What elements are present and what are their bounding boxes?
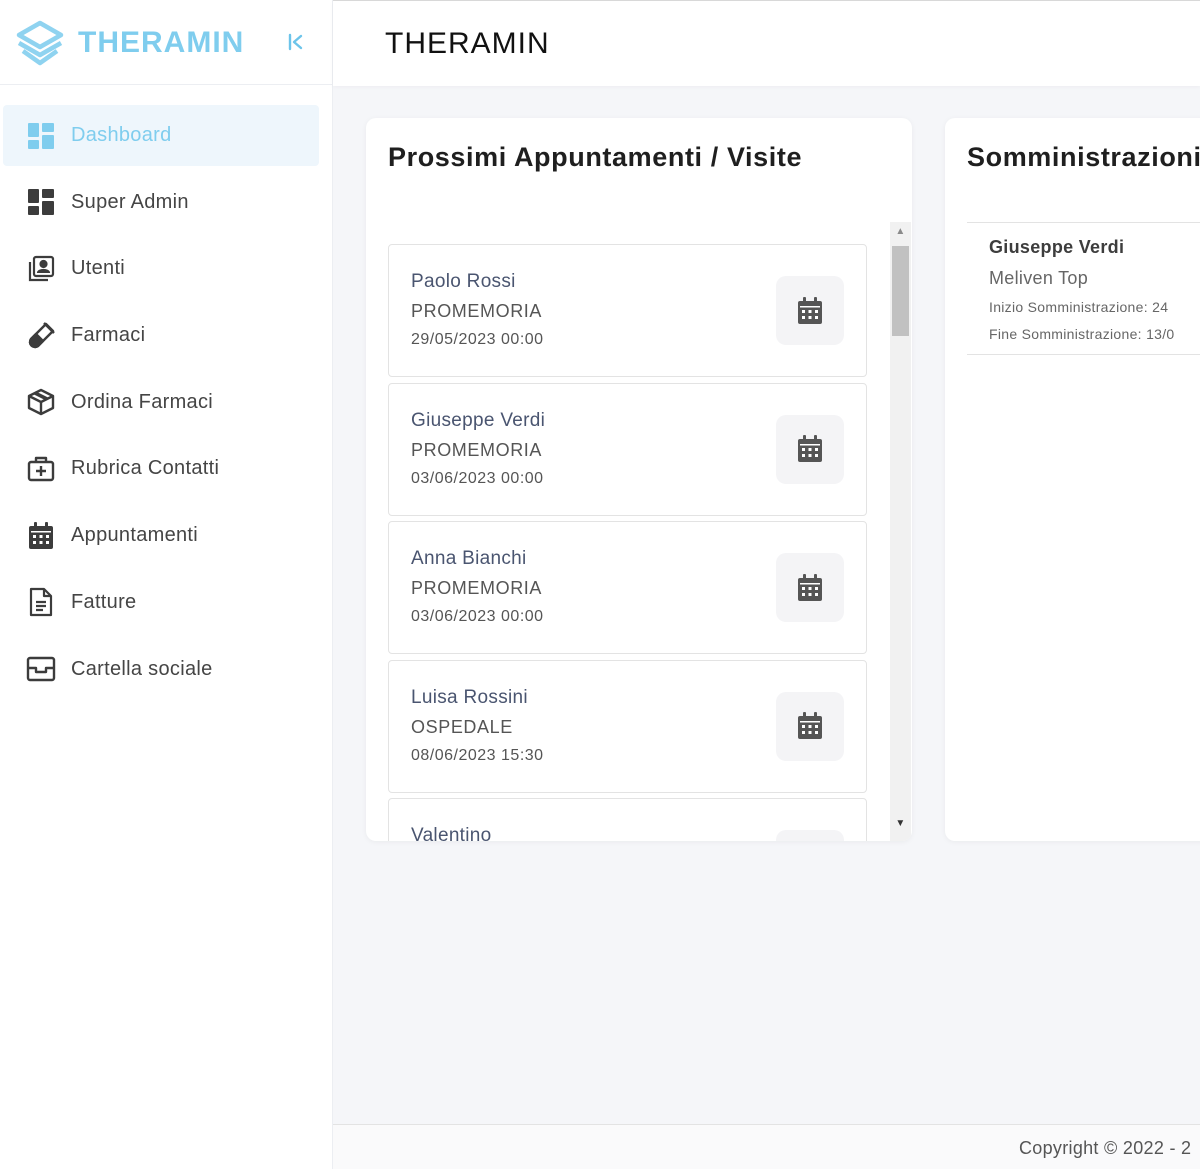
collapse-sidebar-button[interactable] xyxy=(286,30,308,54)
sidebar-item-super-admin[interactable]: Super Admin xyxy=(3,172,319,233)
list-item[interactable]: Anna Bianchi PROMEMORIA 03/06/2023 00:00 xyxy=(388,521,867,654)
appointment-date: 29/05/2023 00:00 xyxy=(411,331,544,348)
appointment-type: PROMEMORIA xyxy=(411,439,543,460)
calendar-icon xyxy=(25,520,57,552)
sidebar: THERAMIN Dashboard Super Admin Utenti Fa… xyxy=(0,0,333,1169)
sidebar-item-label: Appuntamenti xyxy=(71,524,199,547)
sidebar-item-label: Dashboard xyxy=(71,124,172,146)
sidebar-item-fatture[interactable]: Fatture xyxy=(3,572,319,633)
footer: Copyright © 2022 - 2 xyxy=(333,1124,1200,1169)
sidebar-item-label: Cartella sociale xyxy=(71,657,213,680)
brand-name: THERAMIN xyxy=(78,26,245,59)
appointment-date: 03/06/2023 00:00 xyxy=(411,469,544,487)
appointment-name: Valentino xyxy=(411,825,492,841)
calendar-icon xyxy=(798,573,822,601)
collapse-left-icon xyxy=(288,33,303,51)
document-icon xyxy=(25,586,57,618)
appointments-title: Prossimi Appuntamenti / Visite xyxy=(388,142,803,172)
appointment-type: PROMEMORIA xyxy=(411,578,543,598)
sidebar-item-appuntamenti[interactable]: Appuntamenti xyxy=(3,505,319,566)
package-icon xyxy=(25,386,57,418)
administrations-title: Somministrazioni xyxy=(967,142,1200,172)
list-item[interactable]: Paolo Rossi PROMEMORIA 29/05/2023 00:00 xyxy=(388,244,867,377)
sidebar-item-label: Fatture xyxy=(71,590,137,613)
calendar-button[interactable] xyxy=(776,553,844,622)
sidebar-item-label: Super Admin xyxy=(71,190,189,213)
archive-icon xyxy=(25,653,57,685)
sidebar-item-label: Farmaci xyxy=(71,324,146,347)
medical-bag-icon xyxy=(25,453,57,485)
appointment-name: Paolo Rossi xyxy=(411,271,516,292)
calendar-icon xyxy=(798,296,822,324)
appointment-date: 08/06/2023 15:30 xyxy=(411,746,544,764)
appointments-card: Prossimi Appuntamenti / Visite Paolo Ros… xyxy=(366,118,912,841)
calendar-button[interactable] xyxy=(776,414,844,484)
brand: THERAMIN xyxy=(0,0,332,85)
scrollbar-thumb[interactable] xyxy=(892,246,909,336)
sidebar-item-label: Ordina Farmaci xyxy=(71,390,214,413)
calendar-icon xyxy=(798,712,822,739)
calendar-button[interactable] xyxy=(776,691,844,761)
list-item[interactable]: Giuseppe Verdi Meliven Top Inizio Sommin… xyxy=(967,222,1200,355)
dashboard-icon xyxy=(25,186,57,218)
sidebar-item-cartella-sociale[interactable]: Cartella sociale xyxy=(3,639,319,700)
appointment-name: Luisa Rossini xyxy=(411,686,528,708)
appointment-date: 03/06/2023 00:00 xyxy=(411,608,544,625)
dashboard-icon xyxy=(25,120,57,152)
sidebar-item-dashboard[interactable]: Dashboard xyxy=(3,105,319,166)
sidebar-menu: Dashboard Super Admin Utenti Farmaci Ord… xyxy=(3,105,319,705)
administration-end: Fine Somministrazione: 13/0 xyxy=(989,326,1175,342)
appointment-name: Anna Bianchi xyxy=(411,548,527,569)
contacts-icon xyxy=(25,253,57,285)
sidebar-item-farmaci[interactable]: Farmaci xyxy=(3,305,319,366)
calendar-button[interactable] xyxy=(776,276,844,345)
sidebar-item-ordina-farmaci[interactable]: Ordina Farmaci xyxy=(3,372,319,433)
drug-name: Meliven Top xyxy=(989,268,1089,288)
administration-start: Inizio Somministrazione: 24 xyxy=(989,299,1169,315)
administrations-card: Somministrazioni Giuseppe Verdi Meliven … xyxy=(945,118,1200,841)
sidebar-item-utenti[interactable]: Utenti xyxy=(3,238,319,299)
copyright-text: Copyright © 2022 - 2 xyxy=(1019,1138,1192,1158)
test-tube-icon xyxy=(25,320,57,352)
appointments-scrollbar[interactable]: ▲ ▼ xyxy=(890,222,911,841)
list-item[interactable]: Luisa Rossini OSPEDALE 08/06/2023 15:30 xyxy=(388,659,867,793)
topbar: THERAMIN xyxy=(333,0,1200,86)
appointment-type: OSPEDALE xyxy=(411,716,513,737)
appointments-list: Paolo Rossi PROMEMORIA 29/05/2023 00:00 … xyxy=(388,244,867,841)
theramin-logo-icon xyxy=(16,20,64,66)
calendar-button[interactable] xyxy=(776,830,844,841)
scroll-up-arrow-icon[interactable]: ▲ xyxy=(890,226,911,242)
sidebar-item-label: Utenti xyxy=(71,257,126,280)
sidebar-item-rubrica-contatti[interactable]: Rubrica Contatti xyxy=(3,438,319,499)
list-item[interactable]: Valentino xyxy=(388,798,867,841)
appointment-name: Giuseppe Verdi xyxy=(411,409,546,431)
calendar-icon xyxy=(798,435,822,462)
sidebar-item-label: Rubrica Contatti xyxy=(71,457,220,480)
scroll-down-arrow-icon[interactable]: ▼ xyxy=(890,818,911,834)
page-title: THERAMIN xyxy=(385,27,550,60)
list-item[interactable]: Giuseppe Verdi PROMEMORIA 03/06/2023 00:… xyxy=(388,382,867,516)
appointment-type: PROMEMORIA xyxy=(411,301,543,321)
patient-name: Giuseppe Verdi xyxy=(989,237,1125,257)
